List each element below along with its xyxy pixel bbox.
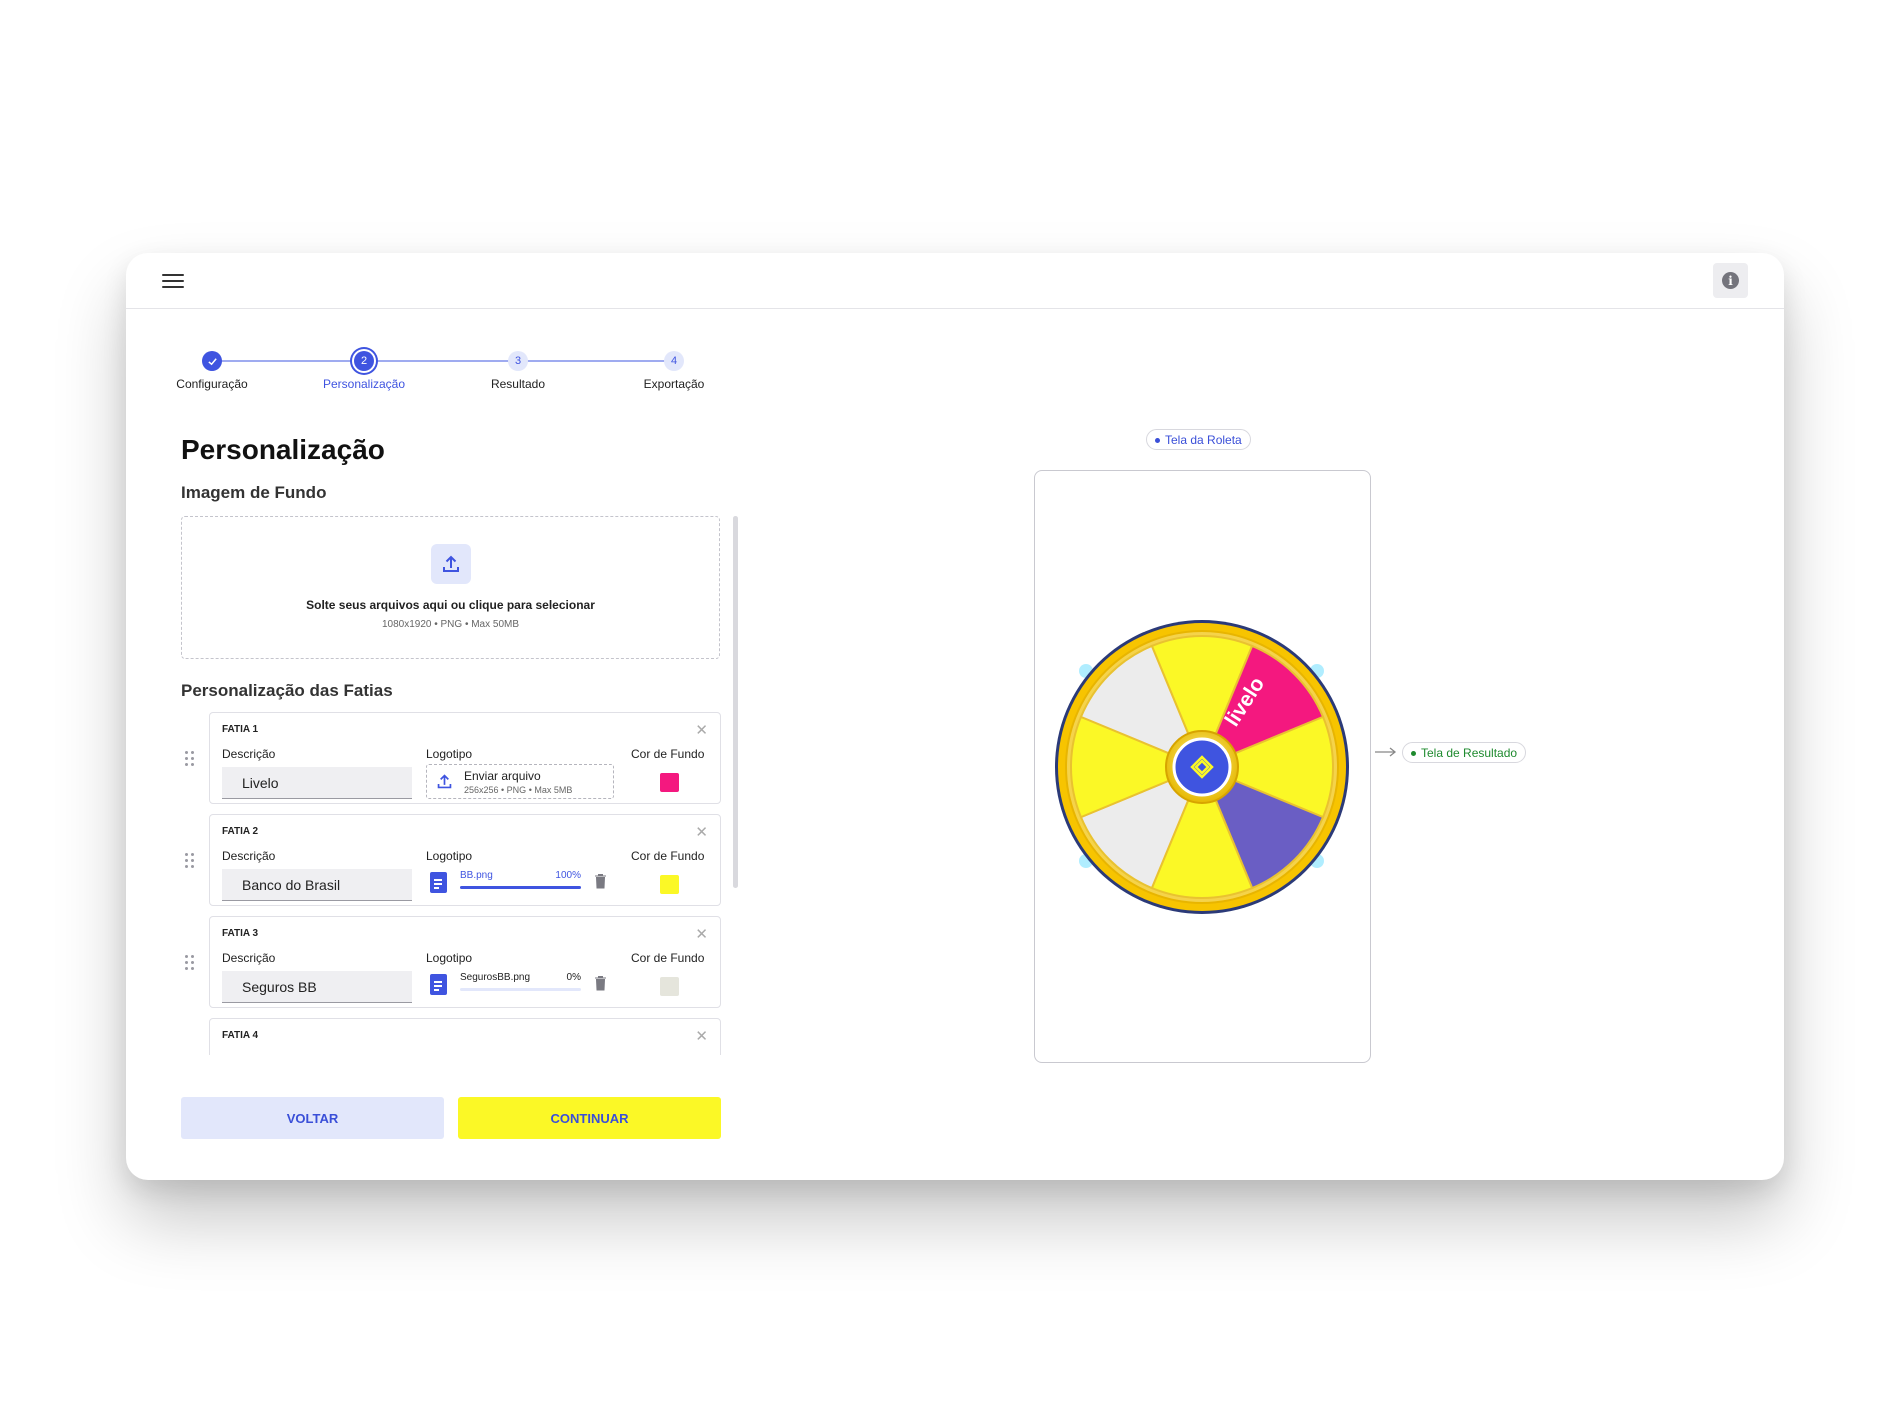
slices-list: FATIA 1 ✕ Descrição Logotipo Cor de Fund…: [181, 712, 726, 1055]
step-number: 4: [664, 351, 684, 371]
slice-card: FATIA 4 ✕ Descrição Logotipo Cor de Fund…: [209, 1018, 721, 1055]
slice-card: FATIA 3 ✕ Descrição Logotipo Cor de Fund…: [185, 916, 721, 1008]
step-number: 2: [354, 351, 374, 371]
description-label: Descrição: [222, 951, 276, 965]
slice-card: FATIA 2 ✕ Descrição Logotipo Cor de Fund…: [185, 814, 721, 906]
step-resultado[interactable]: 3 Resultado: [458, 351, 578, 391]
logo-upload[interactable]: Enviar arquivo 256x256 • PNG • Max 5MB: [426, 764, 614, 799]
info-button[interactable]: i: [1713, 263, 1748, 298]
description-input[interactable]: [222, 767, 412, 799]
background-color-label: Cor de Fundo: [631, 849, 705, 863]
info-icon: i: [1722, 272, 1739, 289]
drag-handle-icon[interactable]: [185, 853, 197, 869]
file-icon: [430, 872, 447, 893]
description-input[interactable]: [222, 971, 412, 1003]
drag-handle-icon[interactable]: [185, 751, 197, 767]
hamburger-menu-icon[interactable]: [162, 271, 184, 291]
file-progress-label: 100%: [555, 870, 581, 881]
logo-label: Logotipo: [426, 747, 473, 761]
app-window: i Configuração 2 Personalização 3 Result…: [126, 253, 1784, 1180]
file-icon: [430, 974, 447, 995]
description-input[interactable]: [222, 869, 412, 901]
slice-title: FATIA 1: [222, 724, 259, 735]
step-exportacao[interactable]: 4 Exportação: [614, 351, 734, 391]
dropzone-text: Solte seus arquivos aqui ou clique para …: [306, 598, 595, 612]
upload-subtitle: 256x256 • PNG • Max 5MB: [464, 785, 573, 795]
uploaded-file: SegurosBB.png 0%: [426, 971, 616, 1001]
step-label: Personalização: [322, 377, 406, 391]
upload-icon: [437, 774, 452, 789]
background-color-label: Cor de Fundo: [631, 951, 705, 965]
color-swatch[interactable]: [660, 977, 679, 996]
result-screen-label[interactable]: Tela de Resultado: [1402, 742, 1527, 763]
logo-label: Logotipo: [426, 1053, 472, 1055]
check-icon: [202, 351, 222, 371]
close-icon[interactable]: ✕: [695, 823, 708, 841]
arrow-right-icon: [1375, 747, 1397, 757]
slice-title: FATIA 4: [222, 1030, 259, 1041]
description-label: Descrição: [222, 747, 276, 761]
slices-section-title: Personalização das Fatias: [181, 681, 393, 700]
close-icon[interactable]: ✕: [695, 721, 708, 739]
step-label: Exportação: [643, 377, 705, 391]
upload-progress-bar: [460, 886, 581, 889]
logo-label: Logotipo: [426, 951, 473, 965]
scrollbar-thumb[interactable]: [733, 516, 738, 888]
roulette-wheel[interactable]: livelo: [1035, 471, 1372, 1064]
stepper: Configuração 2 Personalização 3 Resultad…: [176, 351, 746, 401]
slice-card: FATIA 1 ✕ Descrição Logotipo Cor de Fund…: [185, 712, 721, 804]
upload-title: Enviar arquivo: [464, 769, 541, 783]
step-personalizacao[interactable]: 2 Personalização: [304, 351, 424, 391]
color-swatch[interactable]: [660, 875, 679, 894]
page-title: Personalização: [181, 434, 385, 465]
logo-label: Logotipo: [426, 849, 473, 863]
step-label: Resultado: [490, 377, 546, 391]
bank-logo-icon: [1172, 737, 1232, 797]
background-color-label: Cor de Fundo: [631, 747, 705, 761]
back-button[interactable]: VOLTAR: [181, 1097, 444, 1139]
trash-icon[interactable]: [594, 975, 607, 991]
scrollbar[interactable]: [733, 516, 738, 888]
background-dropzone[interactable]: Solte seus arquivos aqui ou clique para …: [181, 516, 720, 659]
dropzone-subtext: 1080x1920 • PNG • Max 50MB: [381, 619, 520, 630]
upload-progress-bar: [460, 988, 581, 991]
stepper-line: [212, 360, 674, 362]
description-label: Descrição: [222, 849, 276, 863]
file-name: SegurosBB.png: [460, 972, 531, 983]
roulette-screen-preview: livelo: [1034, 470, 1371, 1063]
step-number: 3: [508, 351, 528, 371]
roulette-screen-label[interactable]: Tela da Roleta: [1146, 429, 1251, 450]
color-swatch[interactable]: [660, 773, 679, 792]
top-bar: i: [126, 253, 1784, 309]
upload-icon: [430, 544, 471, 584]
uploaded-file: BB.png 100%: [426, 869, 616, 899]
close-icon[interactable]: ✕: [695, 925, 708, 943]
close-icon[interactable]: ✕: [695, 1027, 708, 1045]
slice-title: FATIA 2: [222, 826, 259, 837]
drag-handle-icon[interactable]: [185, 955, 197, 971]
continue-button[interactable]: CONTINUAR: [458, 1097, 721, 1139]
background-color-label: Cor de Fundo: [631, 1053, 704, 1055]
slice-title: FATIA 3: [222, 928, 259, 939]
background-section-title: Imagem de Fundo: [181, 483, 327, 502]
step-configuracao[interactable]: Configuração: [152, 351, 272, 391]
description-label: Descrição: [222, 1053, 275, 1055]
upload-progress-fill: [460, 886, 581, 889]
trash-icon[interactable]: [594, 873, 607, 889]
step-label: Configuração: [176, 377, 248, 391]
file-name: BB.png: [460, 870, 493, 881]
file-progress-label: 0%: [566, 972, 581, 983]
